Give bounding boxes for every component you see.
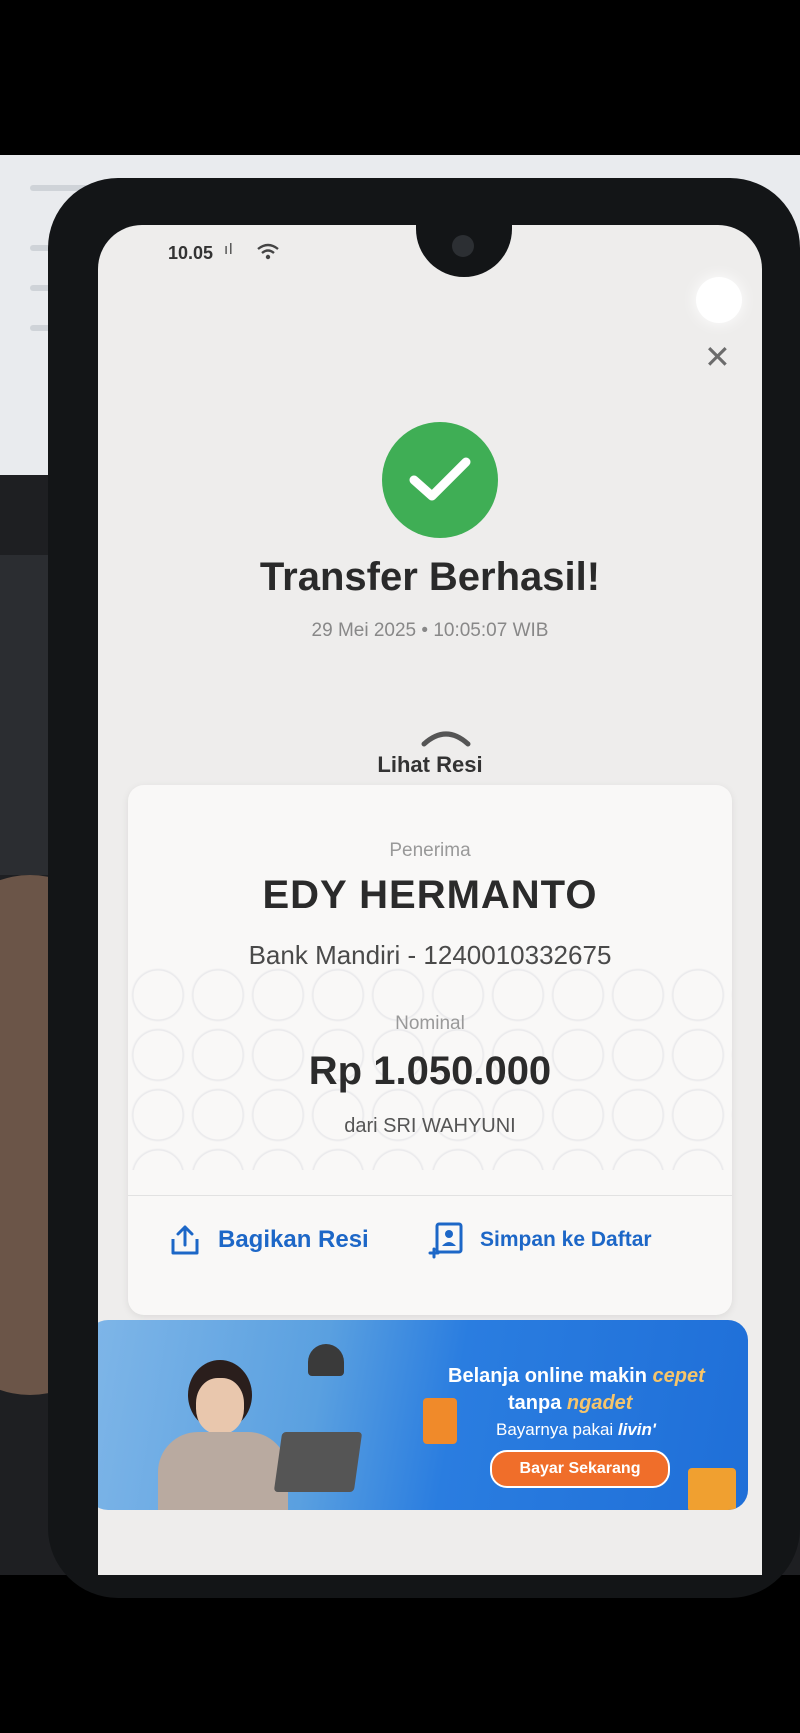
view-receipt-toggle[interactable]: Lihat Resi xyxy=(98,752,762,778)
add-contact-icon xyxy=(428,1222,463,1259)
promo-banner[interactable]: Belanja online makin cepet tanpa ngadet … xyxy=(98,1320,748,1510)
banner-headline-1: Belanja online makin cepet xyxy=(448,1365,705,1387)
divider xyxy=(128,1195,732,1196)
signal-icon: ıl xyxy=(224,241,234,258)
shopping-bag-icon xyxy=(423,1398,457,1444)
notch xyxy=(416,225,512,277)
save-to-list-button[interactable]: Simpan ke Daftar xyxy=(428,1215,652,1265)
camera-flash-glare xyxy=(696,277,742,323)
transfer-amount: Rp 1.050.000 xyxy=(308,1049,552,1093)
result-title: Transfer Berhasil! xyxy=(259,555,601,599)
banner-headline-2: tanpa ngadet xyxy=(508,1392,633,1414)
phone-screen: 10.05 ıl ✕ Transfer Berhasil! 29 Mei 202… xyxy=(98,225,762,1575)
recipient-bank-account: Bank Mandiri - 1240010332675 xyxy=(248,940,612,970)
shopping-bag-icon xyxy=(688,1468,736,1510)
amount-label: Nominal xyxy=(395,1013,465,1034)
chevron-up-icon[interactable] xyxy=(420,728,472,748)
check-icon xyxy=(409,457,471,501)
banner-subline: Bayarnya pakai livin' xyxy=(496,1420,656,1439)
front-camera xyxy=(452,235,474,257)
pay-now-button[interactable]: Bayar Sekarang xyxy=(490,1450,670,1488)
success-check xyxy=(382,422,498,538)
share-receipt-button[interactable]: Bagikan Resi xyxy=(168,1215,369,1265)
transaction-datetime: 29 Mei 2025 • 10:05:07 WIB xyxy=(311,620,549,641)
banner-lamp xyxy=(308,1344,344,1376)
banner-laptop xyxy=(273,1432,363,1492)
receipt-card: Penerima EDY HERMANTO Bank Mandiri - 124… xyxy=(128,785,732,1315)
recipient-label: Penerima xyxy=(389,840,471,861)
save-to-list-label: Simpan ke Daftar xyxy=(480,1228,652,1251)
share-icon xyxy=(171,1225,199,1255)
status-time: 10.05 xyxy=(168,243,214,263)
close-icon[interactable]: ✕ xyxy=(704,341,731,373)
share-receipt-label: Bagikan Resi xyxy=(218,1226,369,1253)
recipient-name: EDY HERMANTO xyxy=(262,873,598,917)
wifi-icon xyxy=(257,243,279,260)
sender-name: dari SRI WAHYUNI xyxy=(344,1115,516,1137)
